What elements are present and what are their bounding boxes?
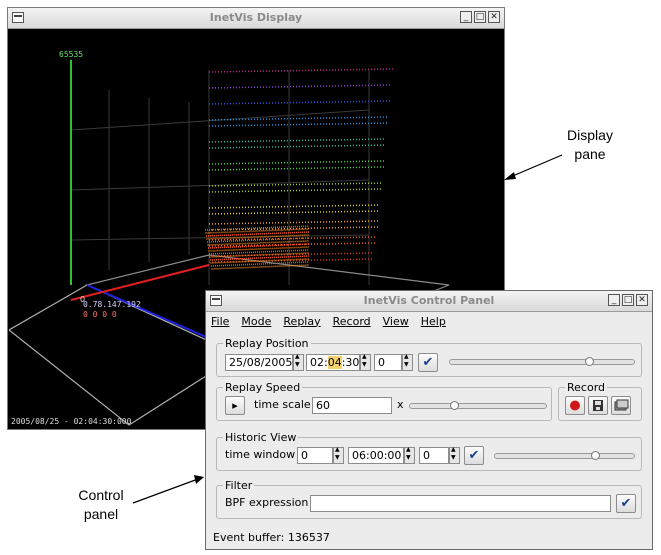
data-band-line	[208, 258, 375, 263]
menu-file[interactable]: File	[211, 315, 229, 328]
record-group: Record	[558, 381, 642, 421]
data-band-line	[208, 122, 389, 127]
data-band-line	[205, 231, 310, 237]
close-icon[interactable]: ✕	[488, 11, 500, 23]
time-window-days-field[interactable]: 0	[297, 447, 333, 464]
time-window-time-field[interactable]: 06:00:00	[348, 447, 404, 464]
replay-apply-button[interactable]: ✔	[418, 353, 438, 372]
menu-view[interactable]: View	[383, 315, 409, 328]
display-pane-arrow	[504, 154, 563, 180]
replay-time-spinner[interactable]	[360, 353, 371, 371]
time-scale-label: time scale	[254, 398, 311, 411]
origin-ip-label: 0.78.147.192	[83, 300, 141, 309]
replay-time-seconds: :30	[341, 356, 360, 369]
replay-time-minutes: 04	[327, 356, 342, 369]
data-band-line	[211, 264, 310, 270]
filter-apply-button[interactable]: ✔	[616, 494, 636, 513]
data-bands	[204, 68, 395, 270]
control-panel-window: InetVis Control Panel _ □ ✕ File Mode Re…	[205, 290, 653, 550]
control-title: InetVis Control Panel	[363, 294, 495, 307]
time-window-offset-field[interactable]: 0	[419, 447, 449, 464]
data-band-line	[208, 100, 391, 105]
historic-apply-button[interactable]: ✔	[464, 446, 484, 465]
data-band-line	[208, 166, 385, 171]
filter-label: Filter	[223, 479, 255, 492]
replay-offset-field[interactable]: 0	[374, 354, 402, 371]
display-timestamp: 2005/08/25 - 02:04:30:000	[11, 417, 132, 426]
replay-speed-slider[interactable]	[409, 401, 547, 410]
play-icon: ▸	[232, 399, 238, 412]
play-button[interactable]: ▸	[225, 396, 245, 415]
annotation-control-line2: panel	[83, 506, 119, 522]
filter-group: Filter BPF expression ✔	[216, 479, 642, 519]
save-icon	[593, 400, 603, 411]
data-band-line	[208, 220, 379, 225]
replay-date-field[interactable]: 25/08/2005	[225, 354, 293, 371]
annotation-control-line1: Control	[78, 487, 124, 503]
close-icon[interactable]: ✕	[636, 294, 648, 306]
time-window-offset-spinner[interactable]	[449, 446, 460, 464]
replay-offset-spinner[interactable]	[402, 353, 413, 371]
replay-speed-thumb[interactable]	[449, 401, 459, 410]
bpf-expression-label: BPF expression	[225, 496, 309, 509]
data-band-line	[208, 210, 381, 215]
bpf-expression-input[interactable]	[310, 495, 611, 512]
origin-ip-octets: 0 0 0 0	[83, 310, 117, 319]
historic-view-thumb[interactable]	[591, 451, 601, 460]
snapshot-button[interactable]	[611, 396, 631, 415]
replay-position-group: Replay Position 25/08/2005 02:04:30 0 ✔	[216, 337, 642, 377]
menu-mode[interactable]: Mode	[241, 315, 271, 328]
menu-record[interactable]: Record	[333, 315, 371, 328]
data-band-line	[208, 68, 395, 73]
data-band-line	[208, 188, 383, 193]
replay-speed-group: Replay Speed ▸ time scale 60 x	[216, 381, 552, 421]
replay-time-hours: 02:	[310, 356, 328, 369]
record-label: Record	[565, 381, 608, 394]
replay-speed-label: Replay Speed	[223, 381, 303, 394]
time-window-label: time window	[225, 448, 296, 461]
x-axis	[70, 264, 210, 301]
menu-replay[interactable]: Replay	[283, 315, 320, 328]
replay-position-label: Replay Position	[223, 337, 311, 350]
replay-position-slider[interactable]	[449, 357, 635, 366]
grid-lines	[70, 70, 370, 285]
annotation-display-line1: Display	[567, 127, 613, 143]
data-band-line	[208, 160, 385, 165]
historic-view-group: Historic View time window 0 06:00:00 0 ✔	[216, 431, 642, 471]
control-titlebar[interactable]: InetVis Control Panel _ □ ✕	[206, 291, 652, 312]
record-button[interactable]	[565, 396, 585, 415]
control-panel-annotation: Control panel	[66, 486, 136, 524]
data-band-line	[208, 246, 310, 252]
data-band-line	[208, 138, 387, 143]
snapshot-icon	[614, 399, 629, 411]
minimize-icon[interactable]: _	[608, 294, 620, 306]
maximize-icon[interactable]: □	[622, 294, 634, 306]
data-band-line	[208, 204, 381, 209]
data-band-line	[208, 84, 393, 89]
event-buffer-status: Event buffer: 136537	[213, 531, 330, 544]
display-titlebar[interactable]: InetVis Display _ □ ✕	[8, 8, 504, 29]
time-window-days-spinner[interactable]	[333, 446, 344, 464]
minimize-icon[interactable]: _	[460, 11, 472, 23]
record-icon	[570, 400, 580, 411]
replay-date-spinner[interactable]	[293, 353, 304, 371]
control-panel-arrow	[132, 475, 204, 504]
replay-position-thumb[interactable]	[584, 357, 594, 366]
data-band-line	[208, 144, 387, 149]
replay-time-field[interactable]: 02:04:30	[306, 354, 360, 371]
historic-view-slider[interactable]	[494, 451, 635, 460]
time-scale-input[interactable]: 60	[312, 397, 392, 414]
menu-bar: File Mode Replay Record View Help	[206, 312, 652, 330]
y-axis-max-label: 65535	[59, 50, 84, 59]
maximize-icon[interactable]: □	[474, 11, 486, 23]
time-window-time-spinner[interactable]	[404, 446, 415, 464]
historic-view-label: Historic View	[223, 431, 299, 444]
save-button[interactable]	[588, 396, 608, 415]
display-title: InetVis Display	[209, 11, 303, 24]
menu-help[interactable]: Help	[421, 315, 446, 328]
multiplier-label: x	[397, 398, 404, 411]
